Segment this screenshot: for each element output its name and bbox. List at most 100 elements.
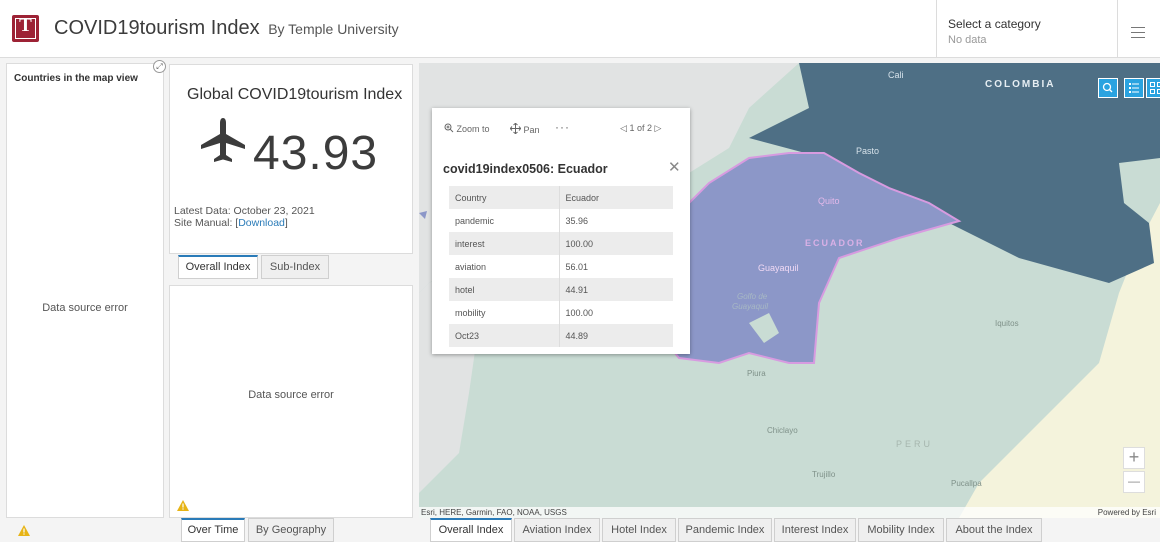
popup-field-value: 100.00 xyxy=(565,307,594,318)
popup-field-value: Ecuador xyxy=(559,186,673,209)
map-legend-button[interactable] xyxy=(1124,78,1144,98)
app-title-text: COVID19tourism Index xyxy=(54,17,260,39)
popup-table-row: interest 100.00 xyxy=(449,232,673,255)
header-divider xyxy=(1117,0,1118,58)
popup-zoom-to-button[interactable]: Zoom to xyxy=(444,123,490,134)
map-label-cali: Cali xyxy=(888,70,904,80)
expand-icon[interactable]: ⤢ xyxy=(153,60,166,73)
map-label-peru: PERU xyxy=(896,439,934,449)
zoom-in-button[interactable]: + xyxy=(1123,447,1145,469)
tab-mobility-index[interactable]: Mobility Index xyxy=(858,518,944,542)
category-selector-value[interactable]: No data xyxy=(948,34,987,46)
popup-field-name: Country xyxy=(449,186,560,209)
map-label-trujillo: Trujillo xyxy=(812,470,836,479)
tab-hotel-index[interactable]: Hotel Index xyxy=(602,518,676,542)
tab-interest-index[interactable]: Interest Index xyxy=(774,518,856,542)
map-label-pasto: Pasto xyxy=(856,146,880,156)
popup-field-name: hotel xyxy=(449,278,560,301)
map-attribution: Esri, HERE, Garmin, FAO, NOAA, USGS Powe… xyxy=(419,507,1160,518)
countries-list-panel: Countries in the map view Data source er… xyxy=(6,63,164,518)
map-label-colombia: COLOMBIA xyxy=(985,79,1056,90)
close-icon[interactable]: ✕ xyxy=(668,158,681,176)
warning-icon xyxy=(18,525,30,536)
map-basemap-button[interactable] xyxy=(1146,78,1160,98)
latest-data-date: Latest Data: October 23, 2021 xyxy=(174,205,315,217)
tab-pandemic-index[interactable]: Pandemic Index xyxy=(678,518,772,542)
popup-field-value: 100.00 xyxy=(559,232,673,255)
pan-icon xyxy=(509,122,522,135)
popup-toolbar: Zoom to Pan ··· ◁ 1 of 2 ▷ xyxy=(432,108,690,148)
popup-field-value: 44.89 xyxy=(559,324,673,347)
feature-popup: Zoom to Pan ··· ◁ 1 of 2 ▷ covid19index0… xyxy=(432,108,690,354)
popup-pager-text: 1 of 2 xyxy=(629,123,652,133)
popup-field-name: mobility xyxy=(449,301,560,324)
popup-field-name: pandemic xyxy=(449,209,560,232)
map-label-golfo-line2: Guayaquil xyxy=(732,302,769,311)
map-label-guayaquil: Guayaquil xyxy=(758,263,799,273)
hamburger-menu-icon[interactable] xyxy=(1131,27,1145,39)
popup-table-row: Oct23 44.89 xyxy=(449,324,673,347)
map-attribution-text: Esri, HERE, Garmin, FAO, NOAA, USGS xyxy=(421,508,567,517)
map-label-golfo-line1: Golfo de xyxy=(737,292,768,301)
map-label-chiclayo: Chiclayo xyxy=(767,426,798,435)
popup-prev-icon[interactable]: ◁ xyxy=(620,123,627,133)
global-index-title: Global COVID19tourism Index xyxy=(187,86,403,103)
map-label-piura: Piura xyxy=(747,369,766,378)
zoom-in-icon xyxy=(444,123,454,133)
tab-over-time[interactable]: Over Time xyxy=(181,518,245,542)
global-index-value: 43.93 xyxy=(253,127,379,180)
site-manual-bracket: ] xyxy=(284,217,288,229)
legend-list-icon xyxy=(1129,83,1139,93)
chart-panel: Data source error xyxy=(169,285,413,518)
popup-field-value: 35.96 xyxy=(565,215,589,226)
app-root: T COVID19tourism Index By Temple Univers… xyxy=(0,0,1160,542)
tab-overall-index[interactable]: Overall Index xyxy=(178,255,258,279)
countries-panel-title: Countries in the map view xyxy=(14,73,138,84)
map-label-quito: Quito xyxy=(818,196,840,206)
site-manual: Site Manual: [Download] xyxy=(174,217,288,229)
chart-panel-error: Data source error xyxy=(248,389,334,401)
popup-field-name: Oct23 xyxy=(449,324,560,347)
app-title: COVID19tourism Index By Temple Universit… xyxy=(54,17,399,40)
popup-table-row: hotel 44.91 xyxy=(449,278,673,301)
popup-table-row: aviation 56.01 xyxy=(449,255,673,278)
basemap-grid-icon xyxy=(1150,82,1160,94)
app-subtitle: By Temple University xyxy=(268,21,399,37)
search-icon xyxy=(1102,82,1113,93)
tab-by-geography[interactable]: By Geography xyxy=(248,518,334,542)
download-link[interactable]: Download xyxy=(238,217,285,229)
map-label-pucallpa: Pucallpa xyxy=(951,479,982,488)
powered-by-esri[interactable]: Powered by Esri xyxy=(1098,507,1156,518)
popup-pan-button[interactable]: Pan xyxy=(509,122,540,135)
popup-next-icon[interactable]: ▷ xyxy=(654,123,661,133)
temple-logo: T xyxy=(12,15,39,42)
site-manual-label: Site Manual: [ xyxy=(174,217,239,229)
warning-icon xyxy=(177,500,189,511)
category-selector-label[interactable]: Select a category xyxy=(948,17,1041,31)
zoom-out-button[interactable]: — xyxy=(1123,471,1145,493)
popup-field-value: 44.91 xyxy=(559,278,673,301)
popup-zoom-to-label: Zoom to xyxy=(456,124,490,134)
countries-panel-error: Data source error xyxy=(42,302,128,314)
tab-sub-index[interactable]: Sub-Index xyxy=(261,255,329,279)
map-label-iquitos: Iquitos xyxy=(995,319,1019,328)
global-index-card: Global COVID19tourism Index 43.93 Latest… xyxy=(169,64,413,254)
popup-pan-label: Pan xyxy=(523,125,540,135)
popup-field-name: aviation xyxy=(449,255,560,278)
map-search-button[interactable] xyxy=(1098,78,1118,98)
tab-aviation-index[interactable]: Aviation Index xyxy=(514,518,600,542)
popup-more-button[interactable]: ··· xyxy=(555,120,570,134)
app-header: T COVID19tourism Index By Temple Univers… xyxy=(0,0,1160,58)
popup-pager: ◁ 1 of 2 ▷ xyxy=(620,123,661,134)
popup-table-row: mobility 100.00 xyxy=(449,301,673,324)
popup-attributes-table: Country Ecuador pandemic 35.96 interest 100.0… xyxy=(449,186,673,347)
header-divider xyxy=(936,0,937,58)
popup-field-value: 56.01 xyxy=(565,261,589,272)
tab-about-the-index[interactable]: About the Index xyxy=(946,518,1042,542)
popup-title: covid19index0506: Ecuador xyxy=(443,162,608,176)
airplane-icon xyxy=(201,118,245,162)
popup-table-row: Country Ecuador xyxy=(449,186,673,209)
tab-overall-index-bottom[interactable]: Overall Index xyxy=(430,518,512,542)
popup-field-name: interest xyxy=(449,232,560,255)
temple-logo-letter: T xyxy=(19,15,32,36)
